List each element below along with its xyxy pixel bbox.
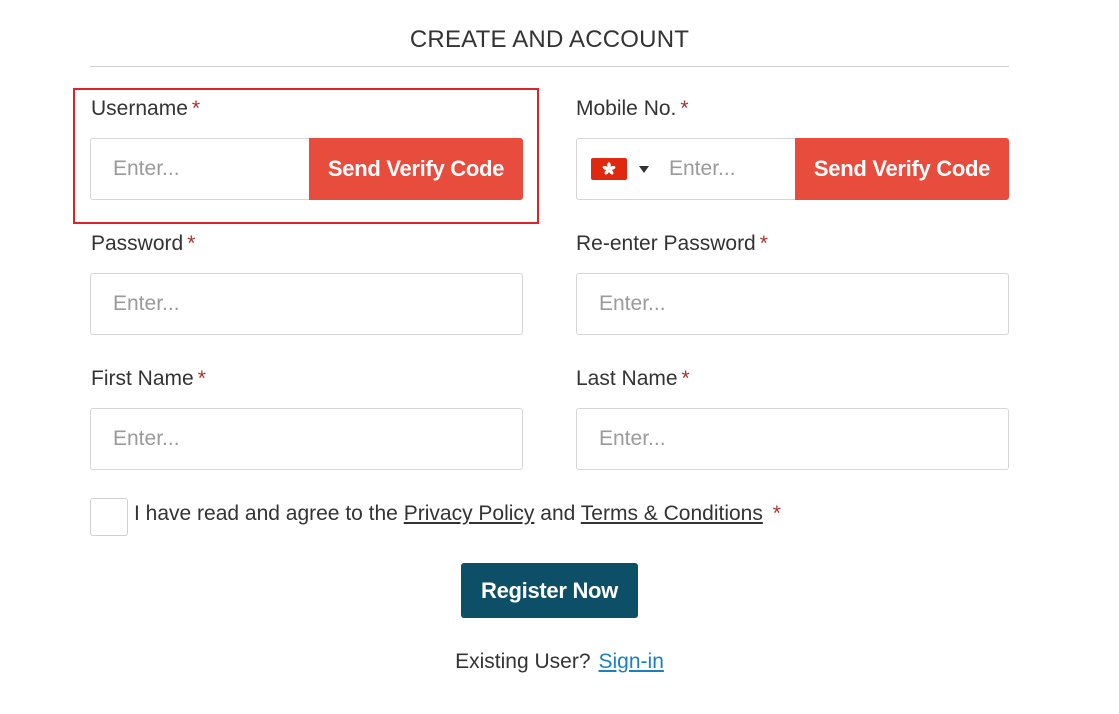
mobile-field: Send Verify Code [576,138,1009,200]
register-now-button[interactable]: Register Now [461,563,638,618]
reenter-password-field [576,273,1009,335]
privacy-policy-link[interactable]: Privacy Policy [404,502,535,525]
reenter-password-label: Re-enter Password * [576,232,768,256]
sign-in-link[interactable]: Sign-in [599,650,664,673]
password-field [90,273,523,335]
required-mark: * [191,97,201,120]
agree-checkbox[interactable] [90,498,128,536]
page-title: CREATE AND ACCOUNT [409,26,690,53]
first-name-label-text: First Name [91,367,194,390]
first-name-label: First Name * [91,367,206,391]
first-name-input[interactable] [91,409,522,469]
last-name-label: Last Name * [576,367,690,391]
reenter-password-label-text: Re-enter Password [576,232,756,255]
first-name-field [90,408,523,470]
existing-user-text: Existing User? [455,650,591,673]
last-name-field [576,408,1009,470]
username-input[interactable] [91,139,301,199]
password-input[interactable] [91,274,522,334]
required-mark: * [772,502,781,525]
existing-user-row: Existing User? Sign-in [0,650,1119,674]
terms-conditions-link[interactable]: Terms & Conditions [581,502,763,525]
username-send-verify-code-button[interactable]: Send Verify Code [309,138,523,200]
last-name-input[interactable] [577,409,1008,469]
username-field: Send Verify Code [90,138,523,200]
required-mark: * [681,367,690,390]
title-divider [90,66,1009,67]
username-label-text: Username [91,97,188,120]
mobile-input-wrap [647,139,797,199]
mobile-label: Mobile No. * [576,97,689,121]
country-code-select[interactable] [591,155,649,183]
agreement-conjunction: and [540,502,576,525]
password-label-text: Password [91,232,184,255]
mobile-label-text: Mobile No. [576,97,677,120]
mobile-send-verify-code-button[interactable]: Send Verify Code [795,138,1009,200]
password-label: Password * [91,232,195,256]
username-label: Username * [91,97,200,121]
reenter-password-input[interactable] [577,274,1008,334]
last-name-label-text: Last Name [576,367,678,390]
required-mark: * [759,232,768,255]
agreement-text: I have read and agree to the Privacy Pol… [134,502,781,526]
required-mark: * [197,367,206,390]
agreement-prefix: I have read and agree to the [134,502,398,525]
hong-kong-flag-icon [591,158,627,180]
mobile-input[interactable] [647,139,797,199]
required-mark: * [680,97,689,120]
required-mark: * [187,232,196,255]
